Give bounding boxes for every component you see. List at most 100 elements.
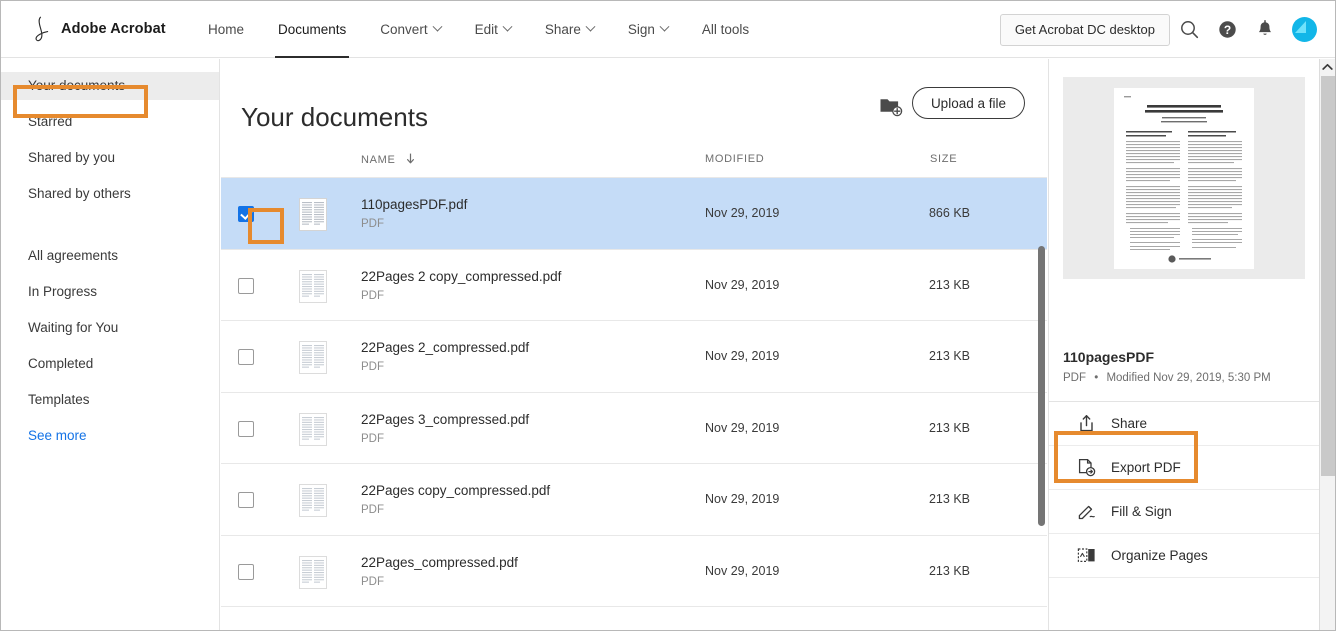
nav-item-documents[interactable]: Documents: [261, 1, 363, 58]
sidebar-item-all-agreements[interactable]: All agreements: [1, 242, 219, 270]
content-header: Your documents Upload a file: [221, 59, 1047, 145]
sidebar-item-starred[interactable]: Starred: [1, 108, 219, 136]
sidebar-item-shared-by-others[interactable]: Shared by others: [1, 180, 219, 208]
sidebar-item-label: Completed: [28, 356, 93, 371]
table-row[interactable]: 22Pages_compressed.pdf PDF Nov 29, 2019 …: [221, 536, 1047, 608]
bell-icon[interactable]: [1246, 11, 1284, 49]
export-pdf-icon: [1075, 457, 1097, 479]
file-type: PDF: [361, 504, 384, 516]
pdf-thumbnail-icon: [299, 270, 327, 303]
document-modified: Modified Nov 29, 2019, 5:30 PM: [1106, 372, 1270, 384]
file-name: 22Pages 2_compressed.pdf: [361, 340, 529, 355]
sidebar-item-templates[interactable]: Templates: [1, 386, 219, 414]
file-size: 213 KB: [914, 492, 970, 506]
scroll-up-arrow-icon[interactable]: [1320, 59, 1335, 75]
file-modified: Nov 29, 2019: [705, 564, 779, 578]
action-share[interactable]: Share: [1049, 402, 1320, 446]
row-checkbox[interactable]: [238, 564, 254, 580]
file-size: 213 KB: [914, 421, 970, 435]
action-label: Organize Pages: [1111, 548, 1208, 563]
row-checkbox[interactable]: [238, 421, 254, 437]
file-size: 213 KB: [914, 278, 970, 292]
chevron-down-icon: [659, 22, 669, 32]
upload-a-file-button[interactable]: Upload a file: [912, 87, 1025, 119]
sidebar-item-label: See more: [28, 428, 87, 443]
file-type: PDF: [361, 576, 384, 588]
preview-page-thumbnail: [1114, 88, 1254, 269]
table-row[interactable]: 22Pages 2 copy_compressed.pdf PDF Nov 29…: [221, 250, 1047, 322]
sidebar-item-see-more[interactable]: See more: [1, 422, 219, 450]
table-row[interactable]: 22Pages 2_compressed.pdf PDF Nov 29, 201…: [221, 321, 1047, 393]
row-checkbox[interactable]: [238, 349, 254, 365]
file-modified: Nov 29, 2019: [705, 492, 779, 506]
file-modified: Nov 29, 2019: [705, 421, 779, 435]
nav-item-all-tools[interactable]: All tools: [685, 1, 766, 58]
column-header-size[interactable]: SIZE: [930, 153, 957, 165]
document-meta: PDF • Modified Nov 29, 2019, 5:30 PM: [1063, 372, 1271, 384]
nav-item-label: All tools: [702, 22, 749, 37]
table-row[interactable]: 110pagesPDF.pdf PDF Nov 29, 2019 866 KB: [221, 178, 1047, 250]
file-size: 213 KB: [914, 349, 970, 363]
nav-item-label: Documents: [278, 22, 346, 37]
pdf-thumbnail-icon: [299, 556, 327, 589]
column-header-label: NAME: [361, 154, 396, 166]
search-icon[interactable]: [1170, 11, 1208, 49]
svg-text:?: ?: [1223, 23, 1230, 37]
get-acrobat-desktop-button[interactable]: Get Acrobat DC desktop: [1000, 14, 1170, 46]
nav-item-edit[interactable]: Edit: [458, 1, 528, 58]
file-list[interactable]: 110pagesPDF.pdf PDF Nov 29, 2019 866 KB: [221, 177, 1047, 630]
sidebar-item-label: Shared by you: [28, 150, 115, 165]
table-header-row: NAME MODIFIED SIZE: [221, 145, 1047, 177]
action-organize-pages[interactable]: Organize Pages: [1049, 534, 1320, 578]
column-header-name[interactable]: NAME: [361, 153, 415, 166]
nav-item-sign[interactable]: Sign: [611, 1, 685, 58]
main-menu: Home Documents Convert Edit Share Sign: [191, 1, 766, 58]
file-modified: Nov 29, 2019: [705, 206, 779, 220]
row-checkbox[interactable]: [238, 492, 254, 508]
file-name: 22Pages_compressed.pdf: [361, 555, 518, 570]
file-modified: Nov 29, 2019: [705, 349, 779, 363]
sidebar-item-label: Your documents: [28, 78, 125, 93]
table-row[interactable]: 22Pages copy_compressed.pdf PDF Nov 29, …: [221, 464, 1047, 536]
help-icon[interactable]: ?: [1208, 11, 1246, 49]
table-row[interactable]: 22Pages 3_compressed.pdf PDF Nov 29, 201…: [221, 393, 1047, 465]
sidebar-item-your-documents[interactable]: Your documents: [1, 72, 219, 100]
upload-a-file-label: Upload a file: [931, 96, 1006, 111]
get-acrobat-desktop-label: Get Acrobat DC desktop: [1015, 22, 1155, 37]
top-navigation-bar: Adobe Acrobat Home Documents Convert Edi…: [1, 1, 1335, 58]
brand[interactable]: Adobe Acrobat: [27, 13, 166, 45]
pdf-thumbnail-icon: [299, 484, 327, 517]
fill-and-sign-icon: [1075, 501, 1097, 523]
action-label: Export PDF: [1111, 460, 1181, 475]
sidebar-item-completed[interactable]: Completed: [1, 350, 219, 378]
file-name: 22Pages copy_compressed.pdf: [361, 483, 550, 498]
chevron-down-icon: [432, 22, 442, 32]
avatar[interactable]: [1292, 17, 1317, 42]
file-name: 22Pages 3_compressed.pdf: [361, 412, 529, 427]
column-header-modified[interactable]: MODIFIED: [705, 153, 764, 165]
file-size: 213 KB: [914, 564, 970, 578]
file-list-scrollbar[interactable]: [1038, 246, 1045, 526]
sidebar-divider: [1, 216, 219, 242]
scrollbar-thumb[interactable]: [1321, 76, 1335, 476]
nav-item-home[interactable]: Home: [191, 1, 261, 58]
pdf-thumbnail-icon: [299, 413, 327, 446]
sidebar-item-waiting-for-you[interactable]: Waiting for You: [1, 314, 219, 342]
file-modified: Nov 29, 2019: [705, 278, 779, 292]
sidebar-item-shared-by-you[interactable]: Shared by you: [1, 144, 219, 172]
row-checkbox[interactable]: [238, 206, 254, 222]
page-scrollbar[interactable]: [1319, 59, 1335, 630]
new-folder-icon[interactable]: [876, 91, 906, 121]
share-icon: [1075, 413, 1097, 435]
pdf-thumbnail-icon: [299, 198, 327, 231]
action-export-pdf[interactable]: Export PDF: [1049, 446, 1320, 490]
file-size: 866 KB: [914, 206, 970, 220]
action-label: Share: [1111, 416, 1147, 431]
nav-item-convert[interactable]: Convert: [363, 1, 457, 58]
nav-item-label: Home: [208, 22, 244, 37]
sidebar-item-in-progress[interactable]: In Progress: [1, 278, 219, 306]
document-preview[interactable]: [1063, 77, 1305, 279]
row-checkbox[interactable]: [238, 278, 254, 294]
action-fill-and-sign[interactable]: Fill & Sign: [1049, 490, 1320, 534]
nav-item-share[interactable]: Share: [528, 1, 611, 58]
